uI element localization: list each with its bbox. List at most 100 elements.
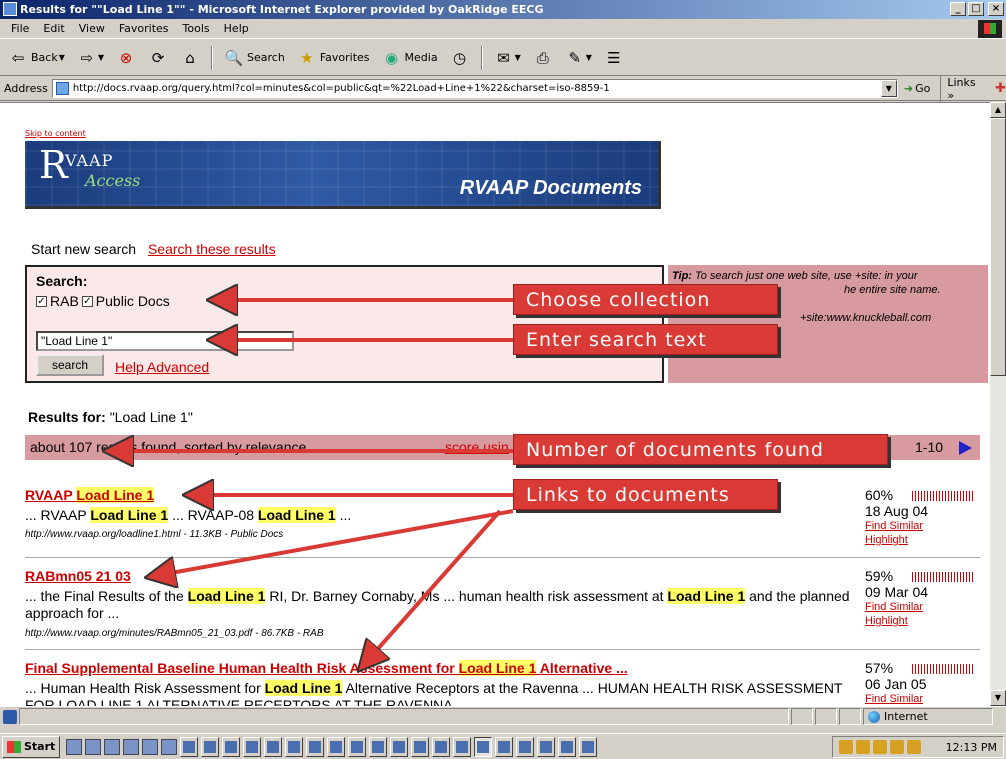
highlight-link[interactable]: Highlight <box>865 614 980 628</box>
search-submit-button[interactable]: search <box>36 354 104 376</box>
home-button[interactable]: ⌂ <box>176 45 204 71</box>
go-button[interactable]: ➜ Go <box>904 82 930 95</box>
help-link[interactable]: Help <box>115 359 144 375</box>
taskbar-app-button[interactable] <box>411 736 430 757</box>
media-button[interactable]: ◉ Media <box>378 45 442 71</box>
refresh-button[interactable]: ⟳ <box>144 45 172 71</box>
back-label: Back <box>31 51 58 64</box>
tray-icon[interactable] <box>906 740 921 754</box>
tray-icon[interactable] <box>889 740 904 754</box>
quick-launch-icon[interactable] <box>161 738 178 755</box>
edit-dropdown-icon[interactable]: ▼ <box>586 53 592 62</box>
taskbar-app-button[interactable] <box>285 736 304 757</box>
discuss-button[interactable]: ☰ <box>600 45 628 71</box>
edit-button[interactable]: ✎ ▼ <box>561 45 596 71</box>
quick-launch-icon[interactable] <box>85 738 102 755</box>
quick-launch-icon[interactable] <box>66 738 83 755</box>
tray-icon[interactable] <box>872 740 887 754</box>
search-label: Search <box>247 51 285 64</box>
quick-launch-icon[interactable] <box>123 738 140 755</box>
taskbar-app-button[interactable] <box>243 736 262 757</box>
search-these-results-link[interactable]: Search these results <box>148 241 276 257</box>
vertical-scrollbar[interactable]: ▲ ▼ <box>990 102 1006 706</box>
taskbar-app-button[interactable] <box>432 736 451 757</box>
menu-view[interactable]: View <box>72 22 112 35</box>
result-divider <box>25 649 980 650</box>
taskbar-app-button[interactable] <box>327 736 346 757</box>
taskbar-app-button[interactable] <box>201 736 220 757</box>
ie-status-icon <box>3 709 17 724</box>
taskbar-app-button[interactable] <box>369 736 388 757</box>
result-item: RABmn05 21 03 ... the Final Results of t… <box>25 568 980 646</box>
close-button[interactable]: × <box>988 2 1004 16</box>
taskbar-app-button-active[interactable] <box>474 736 493 757</box>
mail-button[interactable]: ✉ ▼ <box>490 45 525 71</box>
address-dropdown-icon[interactable]: ▼ <box>880 80 897 97</box>
score-link[interactable]: score usin <box>445 439 509 455</box>
taskbar-app-button[interactable] <box>180 736 199 757</box>
skip-to-content-link[interactable]: Skip to content <box>25 129 86 138</box>
mail-dropdown-icon[interactable]: ▼ <box>515 53 521 62</box>
links-button[interactable]: Links » <box>940 75 985 102</box>
public-docs-checkbox[interactable]: ✓ <box>81 295 93 307</box>
new-search-link[interactable]: Start new search <box>31 241 136 257</box>
find-similar-link[interactable]: Find Similar <box>865 600 980 614</box>
scroll-thumb[interactable] <box>990 118 1006 376</box>
search-query-input[interactable] <box>36 331 294 351</box>
taskbar-app-button[interactable] <box>495 736 514 757</box>
favorites-button[interactable]: ★ Favorites <box>293 45 374 71</box>
menu-favorites[interactable]: Favorites <box>112 22 176 35</box>
address-input[interactable]: http://docs.rvaap.org/query.html?col=min… <box>51 79 898 98</box>
minimize-button[interactable]: _ <box>950 2 966 16</box>
menu-edit[interactable]: Edit <box>36 22 71 35</box>
find-similar-link[interactable]: Find Similar <box>865 519 980 533</box>
maximize-button[interactable]: □ <box>968 2 984 16</box>
taskbar-app-button[interactable] <box>222 736 241 757</box>
advanced-link[interactable]: Advanced <box>147 359 209 375</box>
taskbar-app-button[interactable] <box>537 736 556 757</box>
quick-launch-icon[interactable] <box>142 738 159 755</box>
history-button[interactable]: ◷ <box>446 45 474 71</box>
result-title-link[interactable]: RVAAP Load Line 1 <box>25 487 155 503</box>
tray-icon[interactable] <box>838 740 853 754</box>
menu-tools[interactable]: Tools <box>176 22 217 35</box>
highlight-link[interactable]: Highlight <box>865 533 980 547</box>
taskbar-app-button[interactable] <box>306 736 325 757</box>
toolbar-extra-icon[interactable]: ✚ <box>995 81 1006 96</box>
start-button[interactable]: Start <box>2 735 61 758</box>
search-button[interactable]: 🔍 Search <box>220 45 289 71</box>
back-button[interactable]: ⇦ Back ▼ <box>4 45 69 71</box>
taskbar-app-button[interactable] <box>453 736 472 757</box>
menu-file[interactable]: File <box>4 22 36 35</box>
next-page-arrow-icon[interactable] <box>959 441 972 455</box>
taskbar-app-button[interactable] <box>516 736 535 757</box>
find-similar-link[interactable]: Find Similar <box>865 692 980 706</box>
taskbar-app-button[interactable] <box>558 736 577 757</box>
clock: 12:13 PM <box>945 740 997 754</box>
print-button[interactable]: ⎙ <box>529 45 557 71</box>
forward-dropdown-icon[interactable]: ▼ <box>98 53 104 62</box>
forward-button[interactable]: ⇨ ▼ <box>73 45 108 71</box>
taskbar-app-button[interactable] <box>348 736 367 757</box>
result-title-link[interactable]: RABmn05 21 03 <box>25 568 131 584</box>
taskbar-app-button[interactable] <box>264 736 283 757</box>
menu-help[interactable]: Help <box>217 22 256 35</box>
result-title-link[interactable]: Final Supplemental Baseline Human Health… <box>25 660 628 676</box>
results-for-query: "Load Line 1" <box>109 409 193 425</box>
logo-vaap: VAAP <box>65 151 114 170</box>
taskbar-app-button[interactable] <box>579 736 598 757</box>
callout-enter-search-text: Enter search text <box>513 324 778 355</box>
scroll-down-icon[interactable]: ▼ <box>990 690 1006 706</box>
relevance-bar <box>912 664 974 674</box>
quick-launch-icon[interactable] <box>104 738 121 755</box>
windows-logo-icon <box>978 20 1002 38</box>
scroll-up-icon[interactable]: ▲ <box>990 102 1006 118</box>
tip-line3: +site:www.knuckleball.com <box>800 312 932 324</box>
stop-button[interactable]: ⊗ <box>112 45 140 71</box>
back-dropdown-icon[interactable]: ▼ <box>59 53 65 62</box>
rab-checkbox[interactable]: ✓ <box>36 295 47 307</box>
result-meta: 60% 18 Aug 04 Find Similar Highlight <box>865 487 980 547</box>
tray-icon[interactable] <box>855 740 870 754</box>
collection-checkboxes: ✓ RAB ✓ Public Docs <box>36 293 170 309</box>
taskbar-app-button[interactable] <box>390 736 409 757</box>
